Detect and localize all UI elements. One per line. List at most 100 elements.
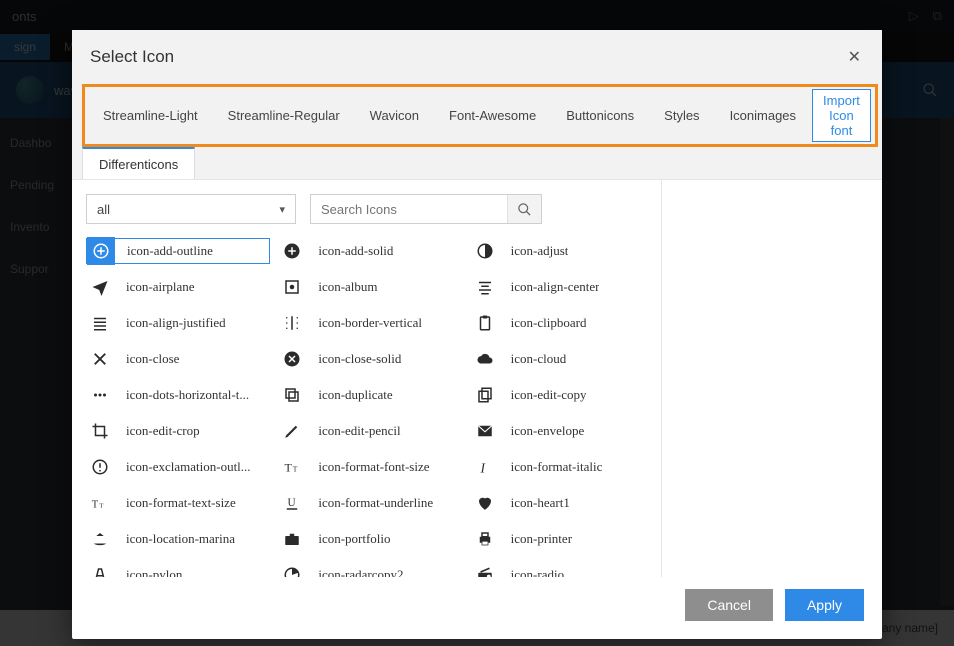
icon-option-icon-airplane[interactable]: icon-airplane (86, 274, 270, 300)
icon-option-icon-cloud[interactable]: icon-cloud (471, 346, 655, 372)
icon-label: icon-close (126, 351, 179, 367)
icon-option-icon-exclamation-outl...[interactable]: icon-exclamation-outl... (86, 454, 270, 480)
icon-label: icon-format-italic (511, 459, 603, 475)
add-outline-icon (87, 237, 115, 265)
import-icon-font-button[interactable]: Import Icon font (812, 89, 871, 142)
align-center-icon (471, 273, 499, 301)
clipboard-icon (471, 309, 499, 337)
icon-label: icon-location-marina (126, 531, 235, 547)
tab-differenticons[interactable]: Differenticons (82, 147, 195, 180)
tab-streamline-light[interactable]: Streamline-Light (89, 100, 212, 131)
tab-buttonicons[interactable]: Buttonicons (552, 100, 648, 131)
filter-select[interactable]: all ▾ (86, 194, 296, 224)
icon-option-icon-clipboard[interactable]: icon-clipboard (471, 310, 655, 336)
icon-label: icon-format-underline (318, 495, 433, 511)
border-vertical-icon (278, 309, 306, 337)
tab-styles[interactable]: Styles (650, 100, 713, 131)
icon-label: icon-radarcopy2 (318, 567, 403, 577)
portfolio-icon (278, 525, 306, 553)
icon-option-icon-format-underline[interactable]: Uicon-format-underline (278, 490, 462, 516)
icon-option-icon-format-text-size[interactable]: TTicon-format-text-size (86, 490, 270, 516)
icon-label: icon-airplane (126, 279, 195, 295)
add-solid-icon (278, 237, 306, 265)
icon-option-icon-dots-horizontal-t...[interactable]: icon-dots-horizontal-t... (86, 382, 270, 408)
edit-copy-icon (471, 381, 499, 409)
close-icon[interactable]: ✕ (845, 44, 864, 70)
icon-option-icon-duplicate[interactable]: icon-duplicate (278, 382, 462, 408)
apply-button[interactable]: Apply (785, 589, 864, 621)
icon-option-icon-close-solid[interactable]: icon-close-solid (278, 346, 462, 372)
icon-option-icon-align-center[interactable]: icon-align-center (471, 274, 655, 300)
icon-option-icon-radarcopy2[interactable]: icon-radarcopy2 (278, 562, 462, 577)
dots-icon (86, 381, 114, 409)
font-size-icon: TT (278, 453, 306, 481)
italic-icon: I (471, 453, 499, 481)
tab-iconimages[interactable]: Iconimages (716, 100, 810, 131)
svg-text:T: T (285, 461, 293, 475)
svg-text:T: T (99, 503, 104, 510)
align-justified-icon (86, 309, 114, 337)
icon-label: icon-close-solid (318, 351, 401, 367)
icon-option-icon-envelope[interactable]: icon-envelope (471, 418, 655, 444)
close-solid-icon (278, 345, 306, 373)
envelope-icon (471, 417, 499, 445)
cloud-icon (471, 345, 499, 373)
icon-label: icon-clipboard (511, 315, 587, 331)
tab-streamline-regular[interactable]: Streamline-Regular (214, 100, 354, 131)
icon-label: icon-add-solid (318, 243, 393, 259)
icon-option-icon-border-vertical[interactable]: icon-border-vertical (278, 310, 462, 336)
icon-label: icon-cloud (511, 351, 567, 367)
icon-option-icon-radio[interactable]: icon-radio (471, 562, 655, 577)
select-icon-modal: Select Icon ✕ Streamline-Light Streamlin… (72, 30, 882, 639)
pencil-icon (278, 417, 306, 445)
icon-label: icon-format-font-size (318, 459, 429, 475)
icon-label: icon-align-center (511, 279, 600, 295)
cancel-button[interactable]: Cancel (685, 589, 773, 621)
icon-option-icon-edit-crop[interactable]: icon-edit-crop (86, 418, 270, 444)
radio-icon (471, 561, 499, 577)
icon-option-icon-close[interactable]: icon-close (86, 346, 270, 372)
icon-option-icon-location-marina[interactable]: icon-location-marina (86, 526, 270, 552)
exclaim-icon (86, 453, 114, 481)
icon-label: icon-album (318, 279, 377, 295)
text-size-icon: TT (86, 489, 114, 517)
icon-label: icon-edit-pencil (318, 423, 400, 439)
icon-option-icon-align-justified[interactable]: icon-align-justified (86, 310, 270, 336)
icon-label: icon-adjust (511, 243, 569, 259)
svg-text:U: U (288, 497, 296, 509)
icon-option-icon-printer[interactable]: icon-printer (471, 526, 655, 552)
icon-option-icon-adjust[interactable]: icon-adjust (471, 238, 655, 264)
search-button[interactable] (507, 195, 541, 223)
icon-option-icon-format-font-size[interactable]: TT icon-format-font-size (278, 454, 462, 480)
chevron-down-icon: ▾ (279, 203, 285, 216)
album-icon (278, 273, 306, 301)
icon-option-icon-edit-pencil[interactable]: icon-edit-pencil (278, 418, 462, 444)
svg-text:I: I (479, 460, 486, 475)
tab-wavicon[interactable]: Wavicon (356, 100, 433, 131)
duplicate-icon (278, 381, 306, 409)
icon-option-icon-portfolio[interactable]: icon-portfolio (278, 526, 462, 552)
icon-label: icon-envelope (511, 423, 585, 439)
icon-option-icon-album[interactable]: icon-album (278, 274, 462, 300)
icon-label: icon-portfolio (318, 531, 390, 547)
filter-value: all (97, 202, 110, 217)
icon-option-icon-format-italic[interactable]: Iicon-format-italic (471, 454, 655, 480)
icon-label: icon-edit-copy (511, 387, 587, 403)
icon-option-icon-pylon[interactable]: icon-pylon (86, 562, 270, 577)
pylon-icon (86, 561, 114, 577)
icon-label: icon-duplicate (318, 387, 392, 403)
crop-icon (86, 417, 114, 445)
tab-font-awesome[interactable]: Font-Awesome (435, 100, 550, 131)
icon-option-icon-edit-copy[interactable]: icon-edit-copy (471, 382, 655, 408)
search-input[interactable] (311, 195, 507, 223)
close-icon (86, 345, 114, 373)
icon-option-icon-heart1[interactable]: icon-heart1 (471, 490, 655, 516)
icon-label: icon-border-vertical (318, 315, 422, 331)
icon-preview-pane (662, 180, 882, 577)
svg-text:T: T (92, 500, 99, 511)
icon-label: icon-radio (511, 567, 564, 577)
icon-label: icon-format-text-size (126, 495, 236, 511)
airplane-icon (86, 273, 114, 301)
icon-option-icon-add-outline[interactable]: icon-add-outline (86, 238, 270, 264)
icon-option-icon-add-solid[interactable]: icon-add-solid (278, 238, 462, 264)
